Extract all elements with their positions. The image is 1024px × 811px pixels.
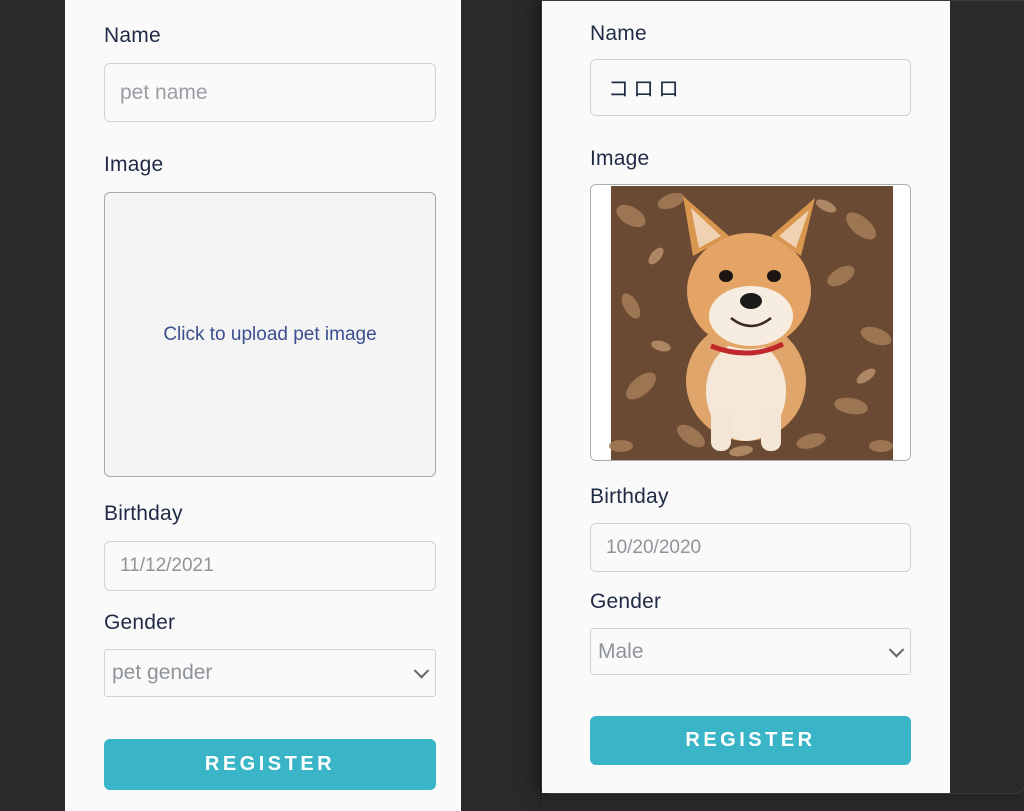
pet-image-preview[interactable] (590, 184, 911, 461)
left-form-panel: Name pet name Image Click to upload pet … (65, 0, 461, 811)
image-label: Image (590, 147, 650, 170)
gender-value: Male (598, 639, 644, 663)
birthday-value: 11/12/2021 (120, 555, 214, 576)
birthday-label: Birthday (104, 502, 183, 525)
gender-value: pet gender (112, 661, 213, 684)
birthday-label: Birthday (590, 485, 669, 508)
birthday-value: 10/20/2020 (606, 536, 702, 558)
left-window: Name pet name Image Click to upload pet … (0, 0, 541, 811)
gender-label: Gender (590, 590, 662, 613)
name-label: Name (104, 24, 161, 47)
name-placeholder: pet name (120, 80, 208, 104)
image-label: Image (104, 153, 164, 176)
gender-select[interactable]: pet gender (104, 649, 436, 697)
name-value: コロロ (608, 77, 683, 101)
name-input[interactable]: コロロ (590, 59, 911, 116)
image-upload-area[interactable]: Click to upload pet image (104, 192, 436, 477)
chevron-down-icon (413, 663, 430, 679)
birthday-input[interactable]: 10/20/2020 (590, 523, 911, 572)
right-window: Name コロロ Image Birthday 10/20/2020 Gende… (541, 0, 1024, 794)
name-label: Name (590, 22, 647, 45)
upload-prompt[interactable]: Click to upload pet image (163, 324, 376, 346)
gender-select[interactable]: Male (590, 628, 911, 675)
right-form-panel: Name コロロ Image Birthday 10/20/2020 Gende… (542, 1, 950, 793)
chevron-down-icon (888, 641, 905, 658)
name-input[interactable]: pet name (104, 63, 436, 122)
register-button[interactable]: REGISTER (590, 716, 911, 765)
dog-photo (591, 185, 910, 460)
gender-label: Gender (104, 611, 176, 634)
birthday-input[interactable]: 11/12/2021 (104, 541, 436, 591)
register-button[interactable]: REGISTER (104, 739, 436, 790)
